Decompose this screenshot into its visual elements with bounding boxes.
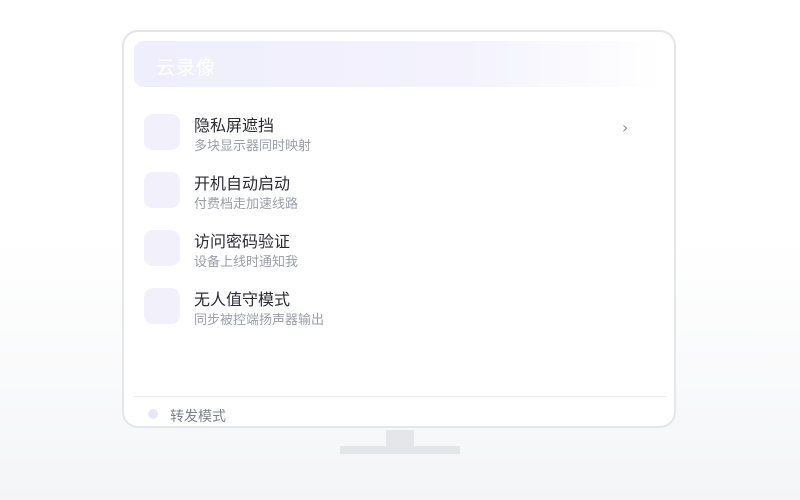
unattended-mode-icon <box>144 288 180 324</box>
monitor-stand-base <box>340 446 460 454</box>
setting-item-unattended-mode[interactable]: 无人值守模式 同步被控端扬声器输出 <box>144 286 644 328</box>
setting-item-password-verify[interactable]: 访问密码验证 设备上线时通知我 <box>144 228 644 270</box>
auto-start-icon <box>144 172 180 208</box>
setting-item-subtitle: 同步被控端扬声器输出 <box>194 313 325 328</box>
header-bar: 云录像 <box>134 41 664 87</box>
footer-divider <box>134 396 666 397</box>
setting-item-auto-start[interactable]: 开机自动启动 付费档走加速线路 <box>144 170 644 212</box>
setting-item-subtitle: 付费档走加速线路 <box>194 197 299 212</box>
forward-mode-label[interactable]: 转发模式 <box>170 406 226 426</box>
setting-item-subtitle: 多块显示器同时映射 <box>194 139 312 154</box>
monitor-frame: 云录像 隐私屏遮挡 多块显示器同时映射 › 开机自动启动 付费档走加速线路 访问… <box>122 30 676 428</box>
setting-item-title: 无人值守模式 <box>194 290 291 309</box>
status-dot-icon <box>148 409 158 419</box>
setting-item-title: 隐私屏遮挡 <box>194 116 275 135</box>
setting-item-title: 访问密码验证 <box>194 232 291 251</box>
privacy-screen-icon <box>144 114 180 150</box>
password-verify-icon <box>144 230 180 266</box>
setting-item-subtitle: 设备上线时通知我 <box>194 255 299 270</box>
setting-item-title: 开机自动启动 <box>194 174 291 193</box>
header-title: 云录像 <box>156 57 217 79</box>
monitor-stand-neck <box>386 430 414 446</box>
setting-item-privacy-screen[interactable]: 隐私屏遮挡 多块显示器同时映射 › <box>144 112 644 154</box>
chevron-right-icon[interactable]: › <box>622 118 628 137</box>
